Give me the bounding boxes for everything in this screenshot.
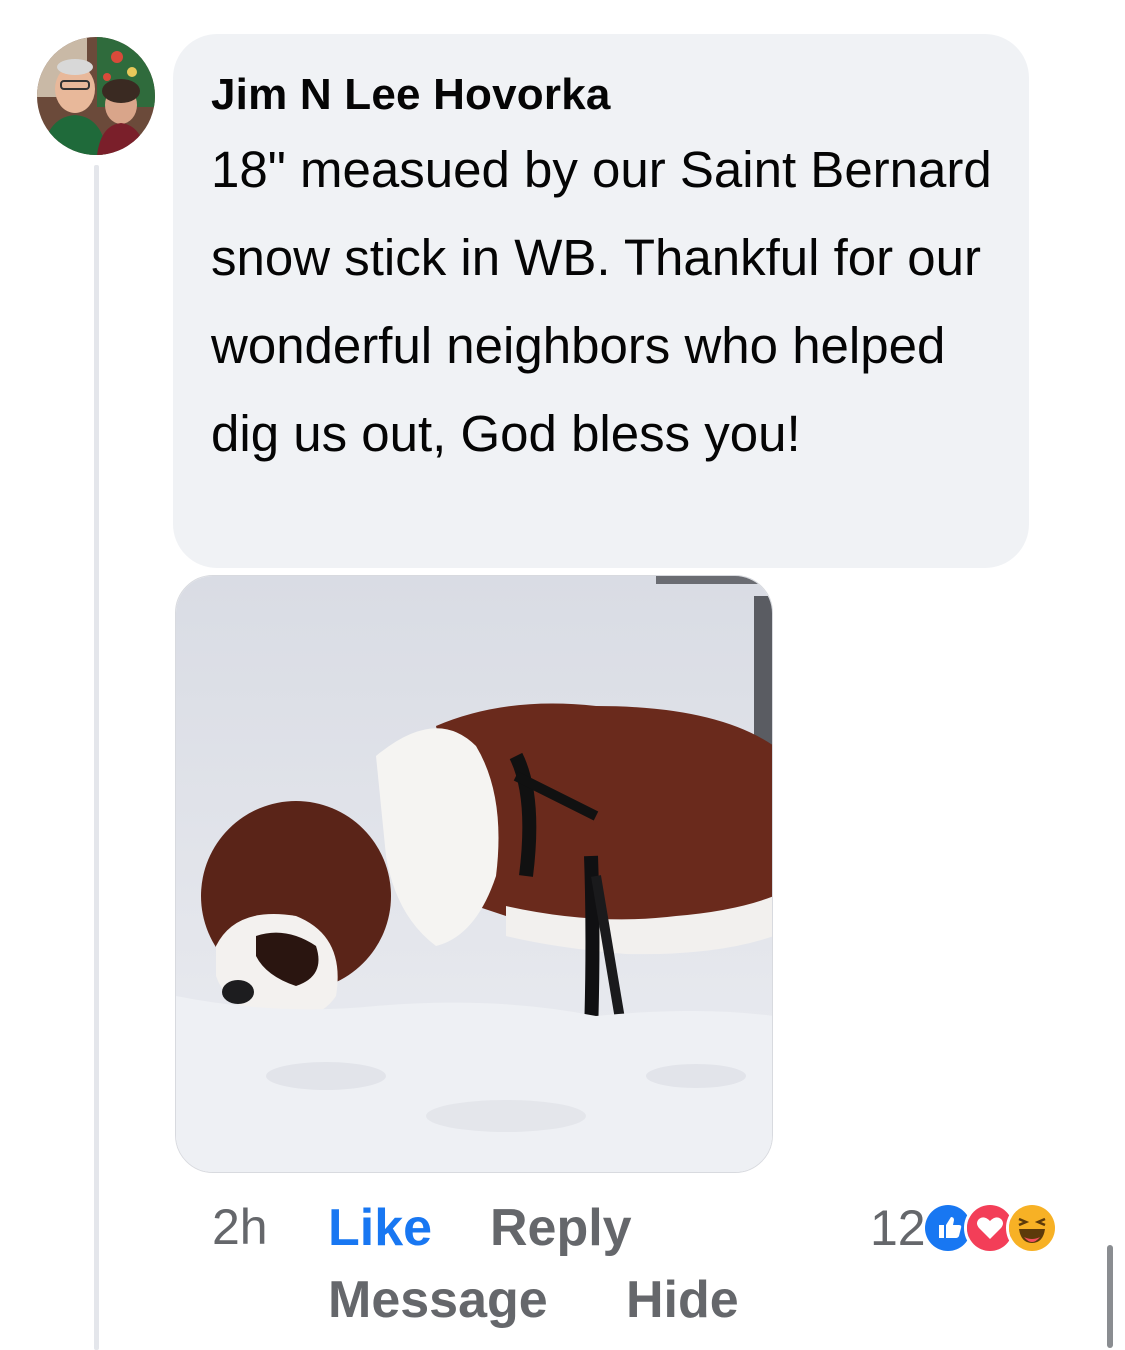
message-button[interactable]: Message	[328, 1270, 548, 1330]
comment-timestamp: 2h	[212, 1199, 268, 1255]
author-avatar[interactable]	[37, 37, 155, 155]
reaction-count: 12	[870, 1200, 926, 1256]
like-button[interactable]: Like	[328, 1198, 432, 1258]
comment-bubble: Jim N Lee Hovorka 18" measued by our Sai…	[173, 34, 1029, 568]
comment-author-name[interactable]: Jim N Lee Hovorka	[211, 64, 991, 126]
reaction-summary[interactable]: 12	[870, 1196, 1058, 1260]
comment-text: 18" measued by our Saint Bernard snow st…	[211, 141, 992, 462]
hide-button[interactable]: Hide	[626, 1270, 739, 1330]
haha-icon	[1005, 1202, 1058, 1254]
reply-thread-line	[94, 165, 99, 1350]
comment-photo[interactable]	[175, 575, 773, 1173]
scrollbar[interactable]	[1107, 1245, 1113, 1348]
reply-button[interactable]: Reply	[490, 1198, 632, 1258]
